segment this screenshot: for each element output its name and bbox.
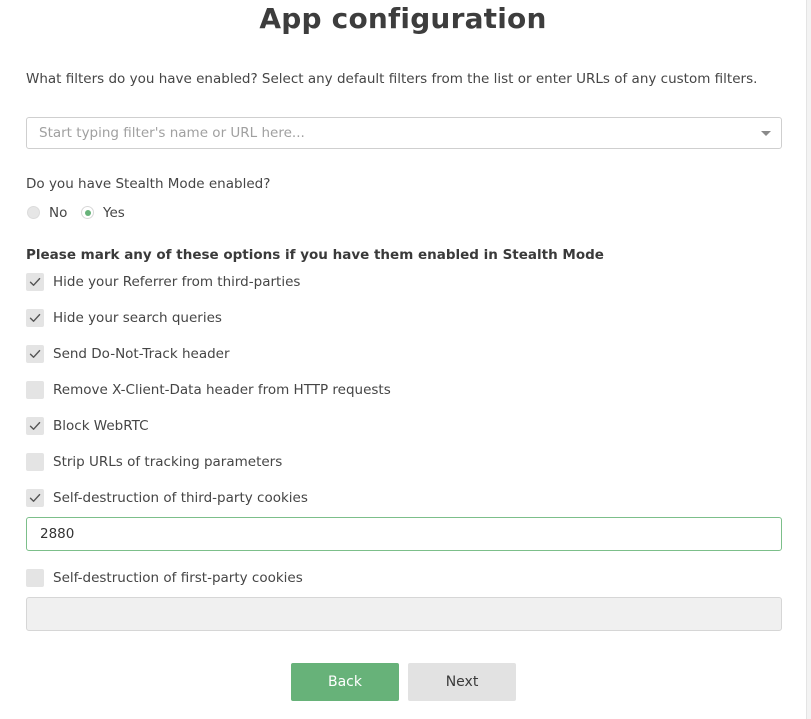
- check-icon: [29, 493, 41, 502]
- page-title: App configuration: [259, 2, 547, 35]
- option-hide-search-queries[interactable]: Hide your search queries: [26, 308, 726, 328]
- first-party-cookie-input[interactable]: [40, 598, 760, 630]
- option-label: Hide your Referrer from third-parties: [53, 274, 301, 290]
- next-button[interactable]: Next: [408, 663, 516, 701]
- check-icon: [29, 349, 41, 358]
- filter-select[interactable]: [26, 117, 782, 149]
- caret-down-icon[interactable]: [761, 131, 771, 136]
- filter-search-input[interactable]: [39, 118, 739, 148]
- radio-yes-label: Yes: [103, 205, 125, 221]
- checkbox[interactable]: [26, 381, 44, 399]
- option-remove-x-client-data[interactable]: Remove X-Client-Data header from HTTP re…: [26, 380, 726, 400]
- check-icon: [29, 277, 41, 286]
- option-label: Send Do-Not-Track header: [53, 346, 230, 362]
- checkbox[interactable]: [26, 345, 44, 363]
- checkbox[interactable]: [26, 273, 44, 291]
- filters-question: What filters do you have enabled? Select…: [26, 71, 758, 87]
- third-party-cookie-field[interactable]: [26, 517, 782, 551]
- page-scroll-edge: [806, 0, 811, 719]
- checkbox[interactable]: [26, 569, 44, 587]
- checkbox[interactable]: [26, 417, 44, 435]
- option-hide-referrer[interactable]: Hide your Referrer from third-parties: [26, 272, 726, 292]
- option-self-destruct-first-party[interactable]: Self-destruction of first-party cookies: [26, 568, 726, 588]
- option-label: Self-destruction of first-party cookies: [53, 570, 303, 586]
- check-icon: [29, 421, 41, 430]
- option-strip-tracking-params[interactable]: Strip URLs of tracking parameters: [26, 452, 726, 472]
- checkbox[interactable]: [26, 453, 44, 471]
- option-label: Remove X-Client-Data header from HTTP re…: [53, 382, 391, 398]
- stealth-options-heading: Please mark any of these options if you …: [26, 247, 604, 263]
- checkbox[interactable]: [26, 489, 44, 507]
- radio-yes-circle[interactable]: [81, 206, 94, 219]
- option-send-dnt[interactable]: Send Do-Not-Track header: [26, 344, 726, 364]
- first-party-cookie-field[interactable]: [26, 597, 782, 631]
- stealth-question: Do you have Stealth Mode enabled?: [26, 176, 271, 192]
- third-party-cookie-input[interactable]: [40, 518, 760, 550]
- option-self-destruct-third-party[interactable]: Self-destruction of third-party cookies: [26, 488, 726, 508]
- option-label: Hide your search queries: [53, 310, 222, 326]
- radio-no-label: No: [49, 205, 68, 221]
- back-button[interactable]: Back: [291, 663, 399, 701]
- option-label: Self-destruction of third-party cookies: [53, 490, 308, 506]
- option-label: Block WebRTC: [53, 418, 149, 434]
- option-label: Strip URLs of tracking parameters: [53, 454, 283, 470]
- option-block-webrtc[interactable]: Block WebRTC: [26, 416, 726, 436]
- check-icon: [29, 313, 41, 322]
- radio-no-circle[interactable]: [27, 206, 40, 219]
- checkbox[interactable]: [26, 309, 44, 327]
